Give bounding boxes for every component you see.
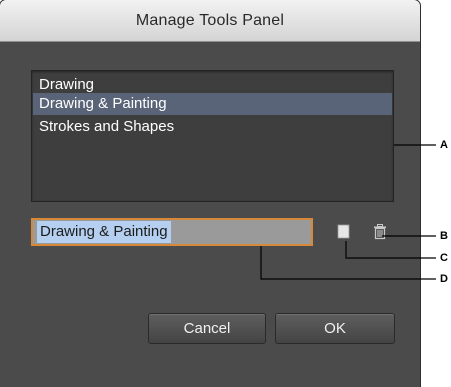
callout-label-b: B	[440, 230, 448, 242]
trash-icon[interactable]	[370, 222, 390, 242]
title-bar[interactable]: Manage Tools Panel	[0, 0, 420, 42]
cancel-button[interactable]: Cancel	[148, 313, 266, 344]
tools-panel-list[interactable]: Drawing Drawing & Painting Strokes and S…	[31, 70, 394, 202]
ok-button[interactable]: OK	[275, 313, 395, 344]
new-panel-icon[interactable]	[334, 222, 354, 242]
callout-label-c: C	[440, 252, 448, 264]
panel-name-input[interactable]: Drawing & Painting	[31, 218, 313, 246]
list-item[interactable]: Strokes and Shapes	[33, 116, 392, 138]
panel-name-value: Drawing & Painting	[37, 221, 171, 243]
callout-label-d: D	[440, 273, 448, 285]
list-item-selected[interactable]: Drawing & Painting	[33, 93, 392, 115]
manage-tools-panel-dialog: Manage Tools Panel Drawing Drawing & Pai…	[0, 0, 420, 387]
dialog-title: Manage Tools Panel	[135, 11, 285, 29]
callout-label-a: A	[440, 139, 448, 151]
